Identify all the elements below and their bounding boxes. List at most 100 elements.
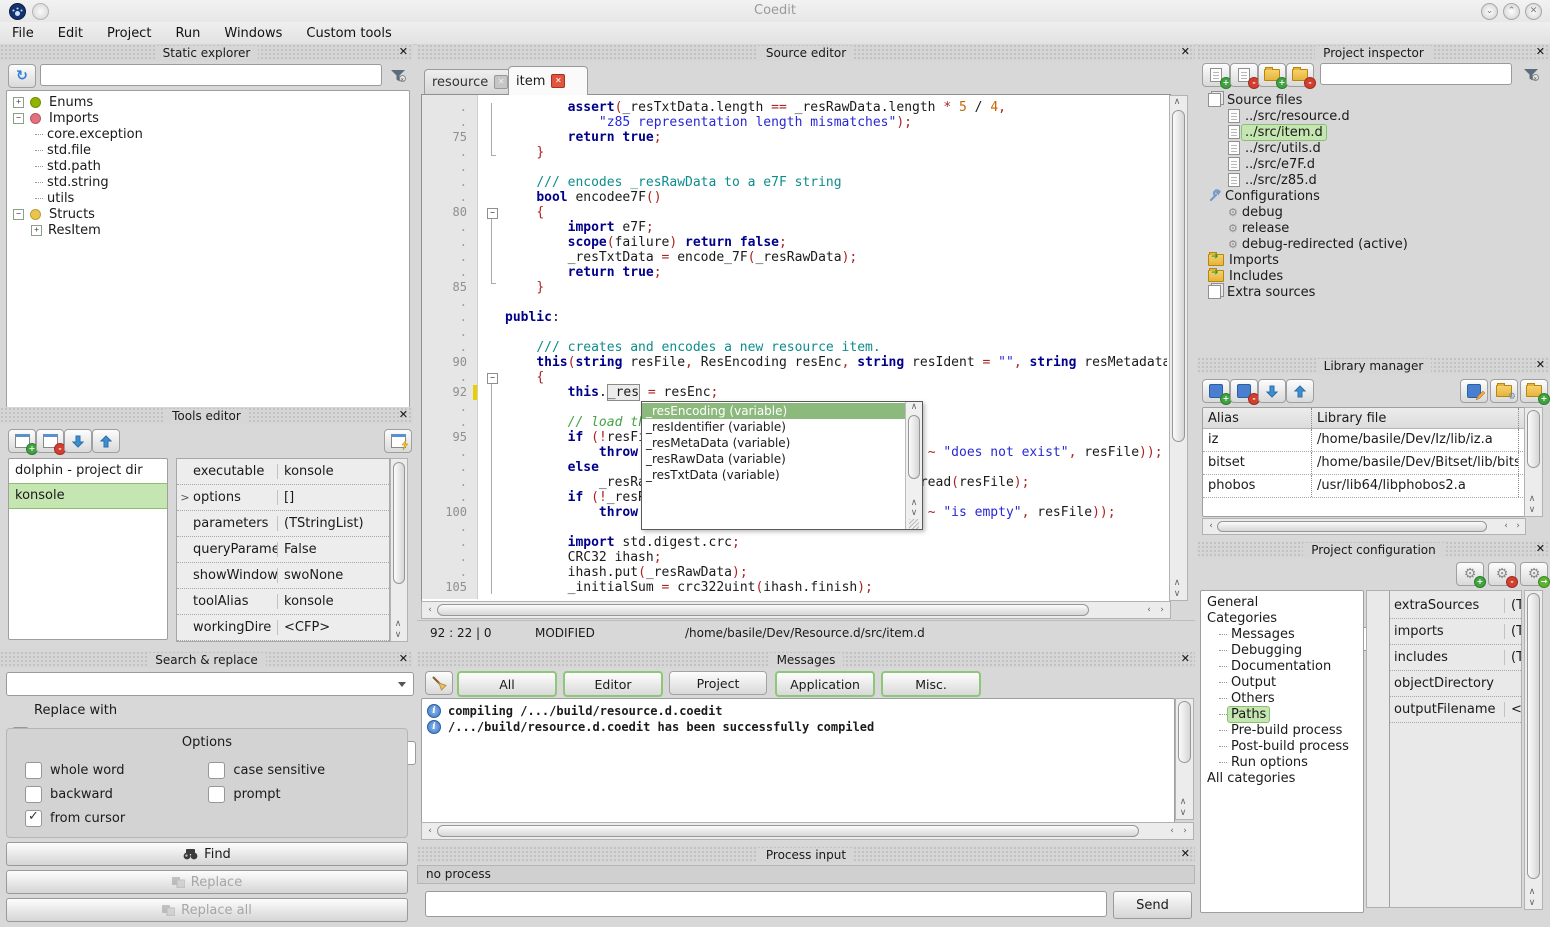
inspector-item[interactable]: ⚙debug-redirected (active) (1202, 236, 1544, 252)
scroll-down-icon[interactable]: ∨ (391, 630, 405, 640)
scroll-down-icon[interactable]: ∨ (1170, 589, 1184, 599)
scroll-up-icon[interactable]: ∧ (911, 402, 918, 413)
scroll-down-icon[interactable]: ∨ (1525, 898, 1539, 908)
property-value[interactable]: konsole (277, 464, 389, 479)
message-row[interactable]: icompiling /.../build/resource.d.coedit (422, 703, 1174, 719)
remove-configuration-button[interactable]: ⚙- (1488, 562, 1516, 586)
property-value[interactable]: <C (1504, 702, 1521, 717)
config-property-row[interactable]: extraSources(T (1390, 593, 1521, 619)
tool-list-item[interactable]: dolphin - project dir (9, 459, 167, 483)
property-value[interactable]: konsole (277, 594, 389, 609)
tool-property-row[interactable]: parameters(TStringList) (177, 511, 389, 537)
collapse-icon[interactable]: − (13, 113, 24, 124)
replace-all-button[interactable]: Replace all (6, 898, 408, 922)
code-line[interactable]: return true; (505, 130, 1167, 145)
scroll-down-icon[interactable]: ∨ (1525, 505, 1539, 515)
clone-configuration-button[interactable]: ⚙→ (1520, 562, 1548, 586)
inspector-item[interactable]: ../src/z85.d (1202, 172, 1544, 188)
menu-project[interactable]: Project (95, 26, 163, 41)
property-value[interactable]: (T (1504, 650, 1521, 665)
close-panel-icon[interactable]: ✕ (399, 652, 408, 665)
filter-project[interactable]: Project (669, 671, 767, 695)
property-value[interactable]: <CFP> (277, 620, 389, 635)
config-category[interactable]: Documentation (1201, 658, 1363, 674)
fold-collapse-icon[interactable]: − (487, 208, 498, 219)
find-button[interactable]: Find (6, 842, 408, 866)
inspector-item[interactable]: Extra sources (1202, 284, 1544, 300)
code-line[interactable]: ihash.put(_resRawData); (505, 565, 1167, 580)
close-panel-icon[interactable]: ✕ (1181, 847, 1190, 860)
tree-item[interactable]: −Imports (7, 110, 409, 126)
completion-item[interactable]: _resEncoding (variable) (642, 403, 905, 419)
option-case-sensitive[interactable]: case sensitive (208, 758, 391, 782)
config-category[interactable]: Post-build process (1201, 738, 1363, 754)
menu-windows[interactable]: Windows (212, 26, 294, 41)
code-line[interactable]: /// creates and encodes a new resource i… (505, 340, 1167, 355)
library-from-folder-button[interactable]: ⚙ (1490, 379, 1518, 403)
send-button[interactable]: Send (1113, 891, 1192, 919)
search-term-combo[interactable] (6, 672, 414, 696)
expand-icon[interactable]: + (13, 97, 24, 108)
tool-property-row[interactable]: showWindowswoNone (177, 563, 389, 589)
config-category[interactable]: Categories (1201, 610, 1363, 626)
tool-property-row[interactable]: workingDire<CFP> (177, 615, 389, 641)
remove-library-button[interactable]: - (1230, 379, 1258, 403)
library-hscrollbar[interactable]: ‹ ‹ › (1202, 518, 1526, 535)
move-library-up-button[interactable] (1286, 379, 1314, 403)
message-row[interactable]: i/.../build/resource.d.coedit has been s… (422, 719, 1174, 735)
scroll-down-icon[interactable]: ∨ (911, 508, 918, 518)
tree-item[interactable]: std.path (7, 158, 409, 174)
property-value[interactable]: False (277, 542, 389, 557)
edit-library-button[interactable] (1460, 379, 1488, 403)
scroll-up-icon[interactable]: ∧ (1170, 578, 1184, 588)
code-line[interactable]: public: (505, 310, 1167, 325)
config-category[interactable]: Messages (1201, 626, 1363, 642)
symbol-filter-input[interactable] (40, 64, 382, 86)
config-category[interactable]: Others (1201, 690, 1363, 706)
close-button[interactable]: ✕ (1525, 3, 1542, 20)
option-backward[interactable]: backward (25, 782, 208, 806)
tree-item[interactable]: +ResItem (7, 222, 409, 238)
close-panel-icon[interactable]: ✕ (1536, 45, 1545, 58)
tool-property-row[interactable]: >options[] (177, 485, 389, 511)
tree-item[interactable]: utils (7, 190, 409, 206)
inspector-item[interactable]: Source files (1202, 92, 1544, 108)
option-from-cursor[interactable]: from cursor (25, 806, 208, 830)
tab-item[interactable]: item ✕ (508, 66, 588, 95)
move-tool-up-button[interactable] (92, 429, 120, 453)
move-library-down-button[interactable] (1258, 379, 1286, 403)
scroll-right-icon[interactable]: › (1155, 605, 1169, 615)
refresh-button[interactable]: ↻ (8, 64, 36, 88)
filter-all[interactable]: All (457, 671, 557, 697)
property-value[interactable]: swoNone (277, 568, 389, 583)
code-line[interactable]: } (505, 145, 1167, 160)
editor-vscrollbar[interactable]: ∧ ∧ ∨ (1169, 95, 1188, 601)
scroll-up-icon[interactable]: ∧ (391, 619, 405, 629)
move-tool-down-button[interactable] (64, 429, 92, 453)
tools-props-scrollbar[interactable]: ∧ ∨ (390, 458, 408, 642)
fold-collapse-icon[interactable]: − (487, 373, 498, 384)
code-line[interactable]: { (505, 205, 1167, 220)
menu-edit[interactable]: Edit (46, 26, 95, 41)
inspector-item[interactable]: ../src/resource.d (1202, 108, 1544, 124)
completion-item[interactable]: _resIdentifier (variable) (642, 419, 905, 435)
resize-grip[interactable] (909, 519, 919, 529)
inspector-filter-clear-button[interactable]: x (1518, 63, 1544, 85)
code-line[interactable]: assert(_resTxtData.length == _resRawData… (505, 100, 1167, 115)
tab-resource[interactable]: resource ✕ (424, 69, 520, 94)
tree-item[interactable]: +Enums (7, 94, 409, 110)
config-category[interactable]: Debugging (1201, 642, 1363, 658)
config-category[interactable]: All categories (1201, 770, 1363, 786)
code-line[interactable]: this._res = resEnc; (505, 385, 1167, 400)
property-value[interactable]: (TStringList) (277, 516, 389, 531)
maximize-button[interactable]: ⌃ (1503, 3, 1520, 20)
property-value[interactable]: (T (1504, 598, 1521, 613)
checkbox[interactable] (208, 762, 225, 779)
code-line[interactable] (505, 325, 1167, 340)
library-row[interactable]: phobos/usr/lib64/libphobos2.a/us (1203, 475, 1525, 498)
scroll-left-icon[interactable]: ‹ (423, 826, 437, 836)
tool-property-row[interactable]: executablekonsole (177, 459, 389, 485)
property-value[interactable]: (T (1504, 624, 1521, 639)
close-panel-icon[interactable]: ✕ (399, 45, 408, 58)
inspector-item[interactable]: Includes (1202, 268, 1544, 284)
